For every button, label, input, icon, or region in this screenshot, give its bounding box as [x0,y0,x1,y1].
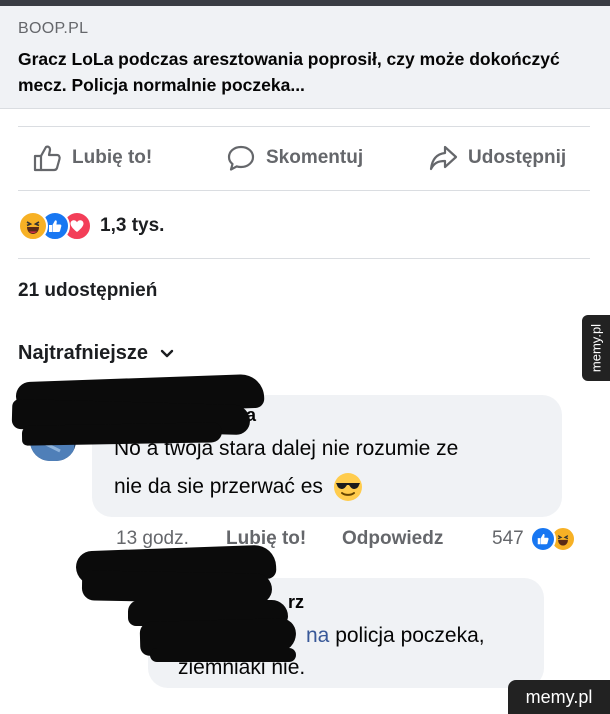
like-button-label: Lubię to! [72,147,153,168]
like-reaction-icon [529,526,556,552]
thumbs-up-icon [33,145,61,172]
sort-label: Najtrafniejsze [18,342,149,364]
divider [18,126,590,127]
comment-time[interactable]: 13 godz. [116,528,189,550]
comment-button[interactable]: Skomentuj [226,142,363,174]
redaction-scribble [21,422,223,446]
comment-text: nie da sie przerwać es [114,475,323,498]
watermark-text: memy.pl [588,323,604,373]
redaction-scribble [81,570,273,604]
reply-author[interactable]: rz [288,592,304,613]
share-arrow-icon [429,145,458,171]
comment-reactions[interactable]: 547 [492,526,576,552]
comment-text-line: nie da sie przerwać es [114,469,363,505]
divider [18,258,590,259]
comment-reply-button[interactable]: Odpowiedz [342,528,443,550]
reply-mention[interactable]: na [306,624,329,647]
link-preview-card[interactable]: BOOP.PL Gracz LoLa podczas aresztowania … [0,6,610,109]
comment-sort-dropdown[interactable]: Najtrafniejsze [18,342,174,365]
laugh-emoji-icon [18,211,48,241]
share-button-label: Udostępnij [468,147,567,168]
memy-side-watermark: memy.pl [582,315,610,381]
speech-bubble-icon [227,145,255,171]
comment-reaction-count: 547 [492,528,524,549]
share-button[interactable]: Udostępnij [428,142,566,174]
reactions-summary[interactable]: 1,3 tys. [18,210,164,242]
reactions-count: 1,3 tys. [100,215,165,236]
reply-text-rest: policja poczeka, [329,624,485,647]
redaction-scribble [150,648,296,662]
like-button[interactable]: Lubię to! [32,142,152,174]
memy-corner-watermark: memy.pl [508,680,610,714]
link-domain: BOOP.PL [18,20,89,37]
post-action-bar: Lubię to! Skomentuj Udostępnij [0,128,610,190]
comment-button-label: Skomentuj [266,147,364,168]
sunglasses-emoji-icon [333,473,362,501]
shares-count[interactable]: 21 udostępnień [18,280,157,302]
link-title[interactable]: Gracz LoLa podczas aresztowania poprosił… [18,46,598,98]
watermark-text: memy.pl [525,686,593,707]
chevron-down-icon [160,349,174,357]
divider [18,190,590,191]
